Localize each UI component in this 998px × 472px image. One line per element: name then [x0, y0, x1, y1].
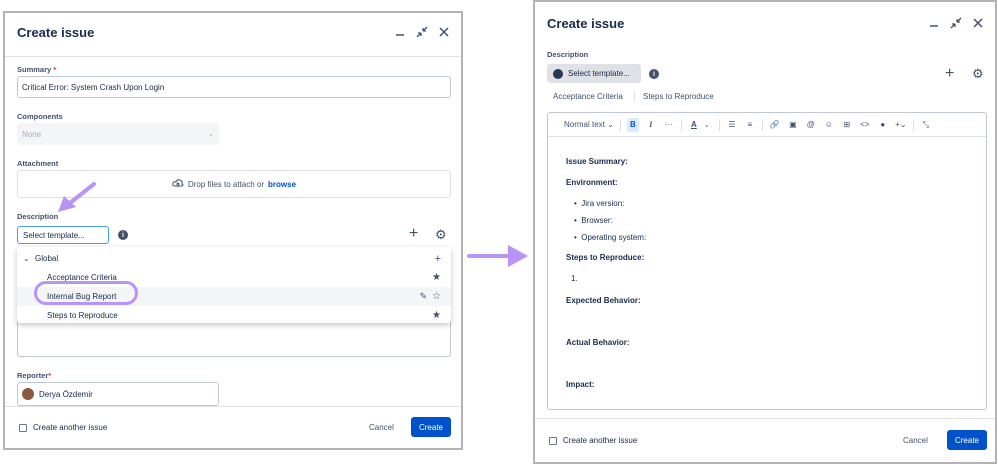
create-another-label: Create another issue: [563, 436, 638, 445]
chevron-down-icon[interactable]: ⌄: [701, 118, 713, 132]
image-icon[interactable]: ▣: [787, 118, 799, 132]
fullscreen-icon[interactable]: ⤡: [920, 118, 932, 132]
collapse-icon[interactable]: [949, 16, 963, 30]
impact-heading: Impact:: [566, 380, 595, 389]
divider: [634, 91, 635, 102]
dialog-header: Create issue: [535, 2, 995, 40]
expected-heading: Expected Behavior:: [566, 296, 641, 305]
quick-template-link[interactable]: Steps to Reproduce: [643, 92, 714, 101]
code-icon[interactable]: <>: [859, 118, 871, 132]
editor-toolbar: Normal text ⌄ B I ··· A ⌄ ☰ ≡ 🔗 ▣ @ ☺ ⊞ …: [548, 113, 986, 137]
transition-arrow: [467, 245, 528, 267]
create-button[interactable]: Create: [947, 430, 987, 450]
bold-button[interactable]: B: [626, 117, 639, 132]
quick-template-link[interactable]: Acceptance Criteria: [553, 92, 623, 101]
divider: [761, 118, 763, 131]
template-logo-icon: [553, 68, 563, 79]
table-icon[interactable]: ⊞: [841, 118, 853, 132]
italic-button[interactable]: I: [645, 118, 657, 132]
description-editor[interactable]: Normal text ⌄ B I ··· A ⌄ ☰ ≡ 🔗 ▣ @ ☺ ⊞ …: [547, 112, 987, 410]
create-another-checkbox[interactable]: [549, 437, 557, 445]
list-item: • Jira version:: [574, 199, 625, 208]
text-color-button[interactable]: A: [688, 118, 700, 132]
plus-icon[interactable]: +: [945, 66, 954, 82]
divider: [619, 118, 621, 131]
mention-icon[interactable]: @: [805, 118, 817, 132]
create-issue-dialog-after: Create issue Description Select template…: [533, 0, 997, 464]
close-icon[interactable]: [971, 16, 985, 30]
list-item: 1.: [571, 274, 578, 283]
select-template-label: Select template...: [568, 69, 630, 78]
cancel-button[interactable]: Cancel: [903, 436, 928, 445]
more-formatting-button[interactable]: ···: [663, 118, 675, 132]
actual-heading: Actual Behavior:: [566, 338, 630, 347]
select-template-button[interactable]: Select template...: [547, 64, 641, 83]
gear-icon[interactable]: ⚙: [972, 67, 984, 81]
pointer-arrow: [58, 182, 96, 212]
dialog-footer: Create another issue Cancel Create: [535, 418, 995, 462]
steps-heading: Steps to Reproduce:: [566, 253, 645, 262]
description-label: Description: [547, 50, 589, 59]
emoji-icon[interactable]: ☺: [823, 118, 835, 132]
minimize-icon[interactable]: [927, 16, 941, 30]
divider: [680, 118, 682, 131]
divider: [718, 118, 720, 131]
issue-summary-heading: Issue Summary:: [566, 157, 628, 166]
info-icon[interactable]: i: [649, 69, 659, 79]
dialog-title: Create issue: [547, 16, 625, 31]
numbered-list-icon[interactable]: ≡: [744, 118, 756, 132]
bullet-list-icon[interactable]: ☰: [726, 118, 738, 132]
list-item: • Operating system:: [574, 233, 647, 242]
environment-heading: Environment:: [566, 178, 618, 187]
list-item: • Browser:: [574, 216, 613, 225]
divider: [912, 118, 914, 131]
text-style-dropdown[interactable]: Normal text ⌄: [564, 118, 614, 132]
info-panel-icon[interactable]: ●: [877, 118, 889, 132]
insert-plus-icon[interactable]: +⌄: [895, 118, 907, 132]
link-icon[interactable]: 🔗: [769, 118, 781, 132]
